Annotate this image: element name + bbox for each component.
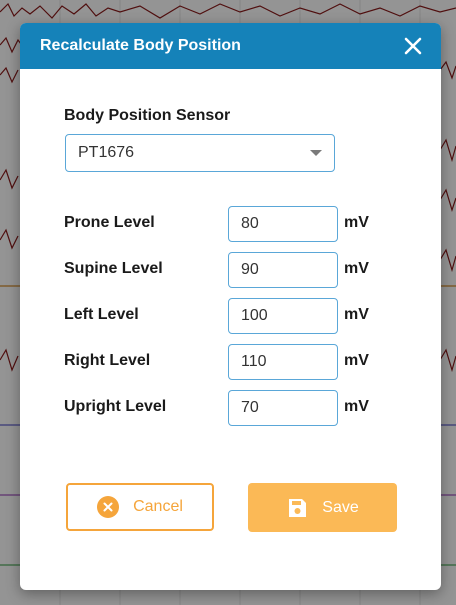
- left-level-row: Left Level 100 mV: [64, 298, 394, 334]
- upright-level-input[interactable]: 70: [228, 390, 338, 426]
- left-level-input[interactable]: 100: [228, 298, 338, 334]
- sensor-label: Body Position Sensor: [64, 107, 231, 124]
- sensor-select[interactable]: PT1676: [65, 134, 335, 172]
- save-button[interactable]: Save: [248, 483, 397, 532]
- right-level-row: Right Level 110 mV: [64, 344, 394, 380]
- upright-level-unit: mV: [344, 398, 369, 415]
- chevron-down-icon: [310, 150, 322, 156]
- close-icon: [404, 37, 422, 55]
- supine-level-row: Supine Level 90 mV: [64, 252, 394, 288]
- close-button[interactable]: [399, 32, 427, 60]
- upright-level-label: Upright Level: [64, 398, 167, 415]
- recalculate-body-position-dialog: Recalculate Body Position Body Position …: [20, 23, 441, 590]
- save-label: Save: [322, 498, 359, 516]
- prone-level-value: 80: [241, 215, 259, 232]
- supine-level-unit: mV: [344, 260, 369, 277]
- floppy-disk-icon: [286, 497, 308, 519]
- right-level-value: 110: [241, 353, 267, 370]
- right-level-input[interactable]: 110: [228, 344, 338, 380]
- supine-level-value: 90: [241, 261, 259, 278]
- right-level-unit: mV: [344, 352, 369, 369]
- left-level-label: Left Level: [64, 306, 139, 323]
- prone-level-row: Prone Level 80 mV: [64, 206, 394, 242]
- prone-level-input[interactable]: 80: [228, 206, 338, 242]
- cancel-button[interactable]: Cancel: [66, 483, 214, 531]
- left-level-unit: mV: [344, 306, 369, 323]
- upright-level-value: 70: [241, 399, 259, 416]
- left-level-value: 100: [241, 307, 268, 324]
- upright-level-row: Upright Level 70 mV: [64, 390, 394, 426]
- cancel-circle-icon: [97, 496, 120, 518]
- supine-level-input[interactable]: 90: [228, 252, 338, 288]
- sensor-selected-value: PT1676: [78, 144, 135, 161]
- dialog-title: Recalculate Body Position: [40, 37, 241, 54]
- supine-level-label: Supine Level: [64, 260, 163, 277]
- prone-level-unit: mV: [344, 214, 369, 231]
- cancel-label: Cancel: [133, 498, 183, 515]
- prone-level-label: Prone Level: [64, 214, 155, 231]
- dialog-header: Recalculate Body Position: [20, 23, 441, 69]
- right-level-label: Right Level: [64, 352, 151, 369]
